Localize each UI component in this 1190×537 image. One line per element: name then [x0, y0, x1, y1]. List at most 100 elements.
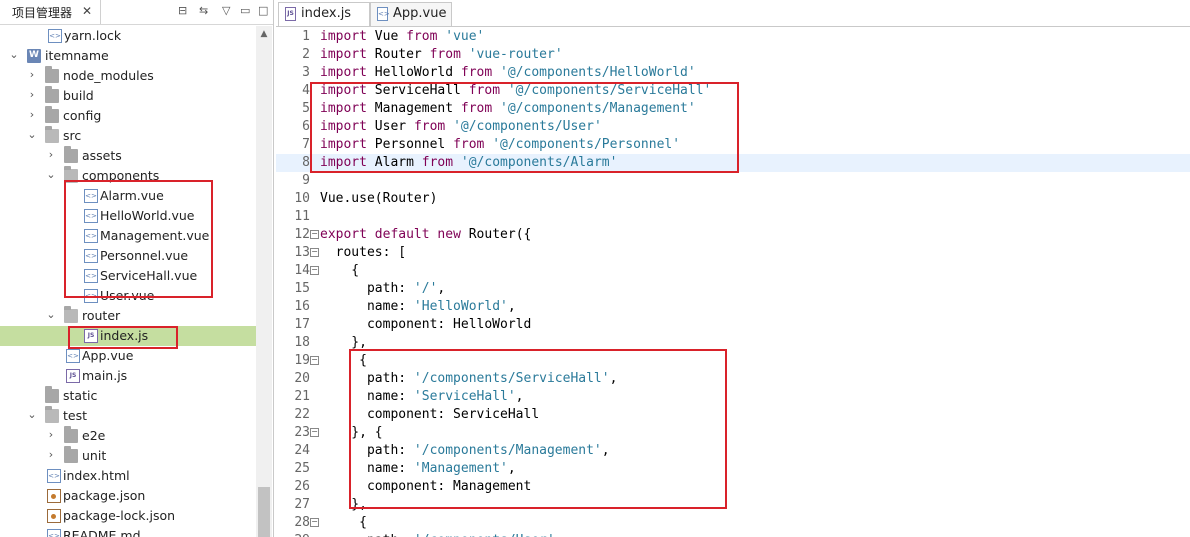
line-number: 20 [294, 371, 310, 386]
chevron-down-icon[interactable]: ⌄ [26, 128, 38, 141]
code-line[interactable]: 13− routes: [ [276, 244, 1190, 262]
code-line[interactable]: 28− { [276, 514, 1190, 532]
code-text: Vue.use(Router) [320, 190, 437, 208]
tree-item-build[interactable]: › build [0, 86, 256, 106]
tree-item-app-vue[interactable]: <> App.vue [0, 346, 256, 366]
code-line[interactable]: 17 component: HelloWorld [276, 316, 1190, 334]
tree-item-main-js[interactable]: JS main.js [0, 366, 256, 386]
code-line[interactable]: 20 path: '/components/ServiceHall', [276, 370, 1190, 388]
code-line[interactable]: 15 path: '/', [276, 280, 1190, 298]
code-line[interactable]: 2 import Router from 'vue-router' [276, 46, 1190, 64]
code-line[interactable]: 7 import Personnel from '@/components/Per… [276, 136, 1190, 154]
tree-item-alarm-vue[interactable]: <> Alarm.vue [0, 186, 256, 206]
chevron-right-icon[interactable]: › [45, 428, 57, 441]
code-line[interactable]: 3 import HelloWorld from '@/components/He… [276, 64, 1190, 82]
tree-item-user-vue[interactable]: <> User.vue [0, 286, 256, 306]
tree-item-assets[interactable]: › assets [0, 146, 256, 166]
code-line[interactable]: 6 import User from '@/components/User' [276, 118, 1190, 136]
tree-item-index-js[interactable]: JS index.js [0, 326, 256, 346]
tab-app-vue[interactable]: <> App.vue [370, 2, 452, 26]
tree-item-helloworld-vue[interactable]: <> HelloWorld.vue [0, 206, 256, 226]
tree-item-node-modules[interactable]: › node_modules [0, 66, 256, 86]
tree-item-unit[interactable]: › unit [0, 446, 256, 466]
scrollbar-thumb[interactable] [258, 487, 270, 537]
js-file-icon: JS [84, 329, 98, 343]
chevron-down-icon[interactable]: ⌄ [8, 48, 20, 61]
code-line[interactable]: 12− export default new Router({ [276, 226, 1190, 244]
code-line[interactable]: 25 name: 'Management', [276, 460, 1190, 478]
code-line[interactable]: 21 name: 'ServiceHall', [276, 388, 1190, 406]
code-line[interactable]: 8 import Alarm from '@/components/Alarm' [276, 154, 1190, 172]
chevron-down-icon[interactable]: ⌄ [26, 408, 38, 421]
link-editor-icon[interactable]: ⇆ [199, 4, 208, 18]
tree-item-readme-md[interactable]: <> README.md [0, 526, 256, 537]
tree-item-src[interactable]: ⌄ src [0, 126, 256, 146]
code-line[interactable]: 16 name: 'HelloWorld', [276, 298, 1190, 316]
code-line[interactable]: 5 import Management from '@/components/Ma… [276, 100, 1190, 118]
code-line[interactable]: 9 [276, 172, 1190, 190]
code-token: , [555, 533, 563, 537]
line-number: 27 [294, 497, 310, 512]
chevron-right-icon[interactable]: › [45, 448, 57, 461]
tree-item-index-html[interactable]: <> index.html [0, 466, 256, 486]
code-line[interactable]: 27 }, [276, 496, 1190, 514]
fold-toggle-icon[interactable]: − [310, 230, 319, 239]
fold-toggle-icon[interactable]: − [310, 248, 319, 257]
code-line[interactable]: 1 import Vue from 'vue' [276, 28, 1190, 46]
tree-item-personnel-vue[interactable]: <> Personnel.vue [0, 246, 256, 266]
tree-item-static[interactable]: static [0, 386, 256, 406]
code-line[interactable]: 29 path: '/components/User', [276, 532, 1190, 537]
keyword-token: import [320, 83, 367, 98]
maximize-icon[interactable]: □ [258, 4, 268, 18]
tree-item-servicehall-vue[interactable]: <> ServiceHall.vue [0, 266, 256, 286]
code-line[interactable]: 10 Vue.use(Router) [276, 190, 1190, 208]
tree-item-package-lock-json[interactable]: package-lock.json [0, 506, 256, 526]
chevron-right-icon[interactable]: › [45, 148, 57, 161]
tree-item-config[interactable]: › config [0, 106, 256, 126]
string-token: '/components/User' [414, 533, 555, 537]
chevron-down-icon[interactable]: ⌄ [45, 168, 57, 181]
explorer-tab[interactable]: 项目管理器 ✕ [0, 0, 101, 24]
chevron-down-icon[interactable]: ⌄ [45, 308, 57, 321]
code-line[interactable]: 26 component: Management [276, 478, 1190, 496]
json-file-icon [47, 489, 61, 503]
scroll-up-arrow-icon[interactable]: ▲ [256, 26, 272, 42]
tree-item-yarn-lock[interactable]: <> yarn.lock [0, 26, 256, 46]
chevron-right-icon[interactable]: › [26, 88, 38, 101]
tree-item-management-vue[interactable]: <> Management.vue [0, 226, 256, 246]
code-line[interactable]: 18 }, [276, 334, 1190, 352]
chevron-right-icon[interactable]: › [26, 108, 38, 121]
code-area[interactable]: 1 import Vue from 'vue' 2 import Router fro… [276, 28, 1190, 537]
fold-toggle-icon[interactable]: − [310, 428, 319, 437]
code-line[interactable]: 22 component: ServiceHall [276, 406, 1190, 424]
minimize-icon[interactable]: ▭ [240, 4, 250, 18]
view-menu-icon[interactable]: ▽ [222, 4, 230, 18]
code-token: Vue.use(Router) [320, 191, 438, 206]
code-text: }, { [320, 424, 382, 442]
code-line[interactable]: 19− { [276, 352, 1190, 370]
folder-icon [45, 126, 59, 143]
tab-index-js[interactable]: JS index.js [278, 2, 370, 26]
tree-item-components[interactable]: ⌄ components [0, 166, 256, 186]
fold-toggle-icon[interactable]: − [310, 518, 319, 527]
tree-item-e2e[interactable]: › e2e [0, 426, 256, 446]
chevron-right-icon[interactable]: › [26, 68, 38, 81]
code-line[interactable]: 4 import ServiceHall from '@/components/S… [276, 82, 1190, 100]
folder-icon [64, 426, 78, 443]
tree-item-itemname[interactable]: ⌄ Witemname [0, 46, 256, 66]
explorer-scrollbar[interactable]: ▲ [256, 26, 272, 537]
tree-item-package-json[interactable]: package.json [0, 486, 256, 506]
fold-toggle-icon[interactable]: − [310, 266, 319, 275]
tree-item-router[interactable]: ⌄ router [0, 306, 256, 326]
code-line[interactable]: 11 [276, 208, 1190, 226]
code-line[interactable]: 24 path: '/components/Management', [276, 442, 1190, 460]
tree-item-test[interactable]: ⌄ test [0, 406, 256, 426]
close-icon[interactable]: ✕ [82, 4, 92, 18]
collapse-all-icon[interactable]: ⊟ [178, 4, 187, 18]
keyword-token: import [320, 137, 367, 152]
string-token: '@/components/User' [453, 119, 602, 134]
code-token: routes: [ [320, 245, 407, 260]
code-line[interactable]: 23− }, { [276, 424, 1190, 442]
code-line[interactable]: 14− { [276, 262, 1190, 280]
fold-toggle-icon[interactable]: − [310, 356, 319, 365]
